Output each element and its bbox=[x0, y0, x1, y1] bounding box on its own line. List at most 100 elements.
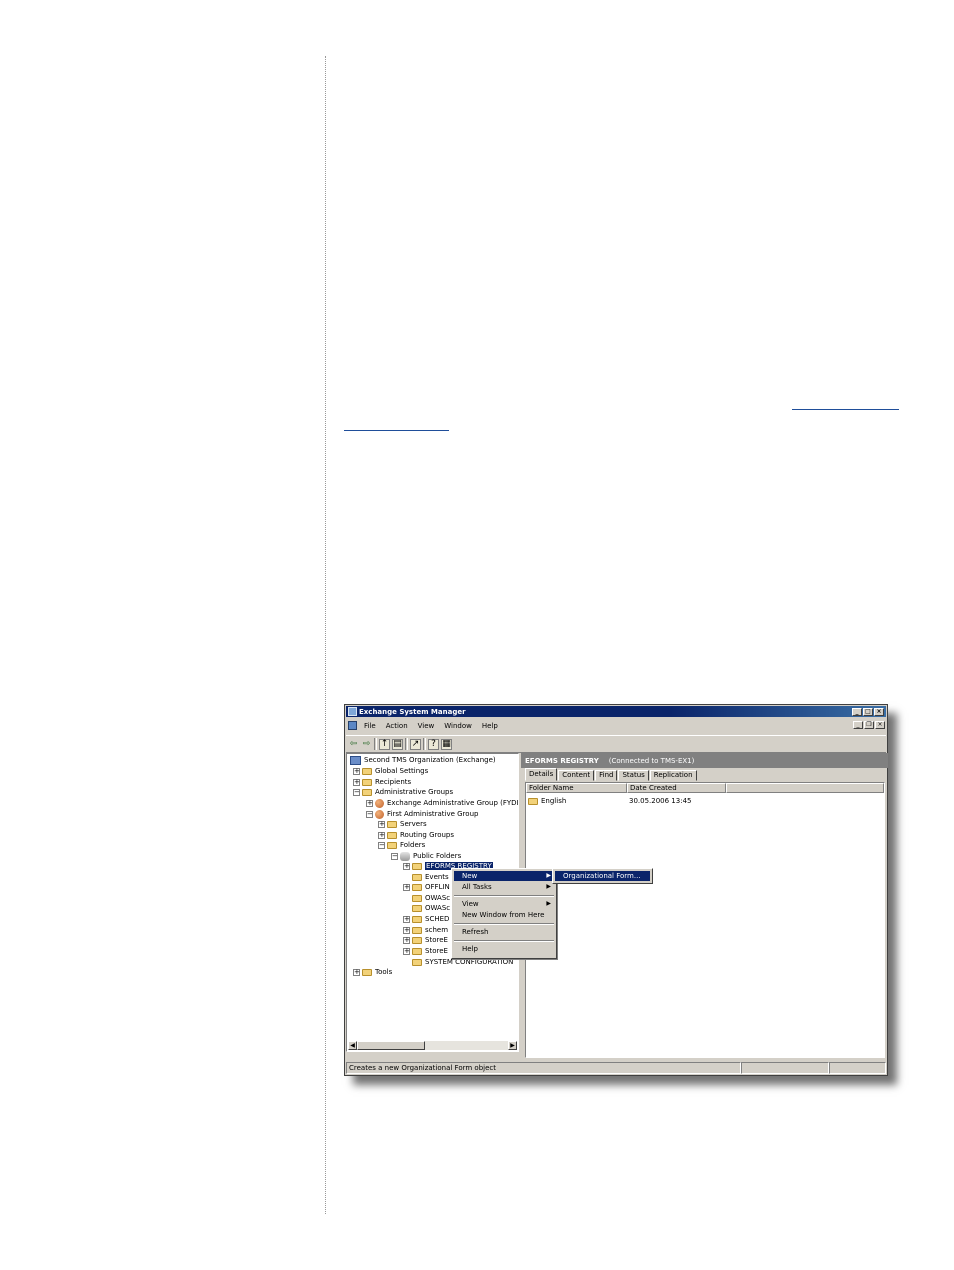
menu-item-refresh[interactable]: Refresh bbox=[454, 927, 554, 937]
tree-label: Servers bbox=[400, 820, 427, 828]
status-panel bbox=[741, 1062, 829, 1074]
horizontal-scrollbar[interactable]: ◀ ▶ bbox=[348, 1041, 517, 1050]
child-close-button[interactable]: × bbox=[875, 721, 885, 729]
tree-item-schedule[interactable]: + SCHED bbox=[403, 914, 449, 924]
menu-item-organizational-form[interactable]: Organizational Form... bbox=[555, 871, 650, 881]
tree-item-folders[interactable]: − Folders bbox=[378, 840, 425, 850]
tree-label: Folders bbox=[400, 841, 426, 849]
tree-label: Public Folders bbox=[413, 852, 462, 860]
menu-window[interactable]: Window bbox=[439, 722, 477, 730]
tree-item-schema[interactable]: + schem bbox=[403, 925, 448, 935]
expand-icon[interactable]: + bbox=[366, 799, 373, 807]
menu-action[interactable]: Action bbox=[381, 722, 413, 730]
tree-item-owasc-1[interactable]: OWASc bbox=[403, 893, 450, 903]
expand-icon[interactable]: + bbox=[403, 915, 410, 923]
folder-icon bbox=[412, 915, 422, 923]
tree-item-events[interactable]: Events bbox=[403, 872, 449, 882]
menu-item-all-tasks[interactable]: All Tasks ▶ bbox=[454, 882, 554, 892]
tree-item-servers[interactable]: + Servers bbox=[378, 819, 427, 829]
minimize-button[interactable]: _ bbox=[852, 708, 862, 716]
column-folder-name[interactable]: Folder Name bbox=[526, 783, 627, 793]
expand-icon[interactable]: + bbox=[378, 820, 385, 828]
tree-label: Administrative Groups bbox=[375, 788, 454, 796]
tree-item-storeevents-2[interactable]: + StoreE bbox=[403, 946, 448, 956]
back-arrow-icon[interactable]: ⇦ bbox=[348, 739, 359, 750]
forward-arrow-icon[interactable]: ⇨ bbox=[361, 739, 372, 750]
expand-icon[interactable]: + bbox=[403, 883, 410, 891]
tree-item-recipients[interactable]: + Recipients bbox=[353, 777, 411, 787]
menu-item-help[interactable]: Help bbox=[454, 944, 554, 954]
folder-icon bbox=[387, 831, 397, 839]
collapse-icon[interactable]: − bbox=[378, 841, 385, 849]
column-filler bbox=[726, 783, 884, 793]
expand-icon[interactable]: + bbox=[353, 778, 360, 786]
tree-item-tools[interactable]: + Tools bbox=[353, 967, 392, 977]
tree-item-exchange-admin-group[interactable]: + Exchange Administrative Group (FYDIBO bbox=[366, 798, 518, 808]
tree-label: OWASc bbox=[425, 904, 451, 912]
menu-view[interactable]: View bbox=[413, 722, 440, 730]
show-tree-icon[interactable]: ▤ bbox=[392, 738, 403, 750]
tree-label: Second TMS Organization (Exchange) bbox=[364, 756, 496, 764]
tree-item-global-settings[interactable]: + Global Settings bbox=[353, 766, 428, 776]
tree-label: Global Settings bbox=[375, 767, 429, 775]
tab-find[interactable]: Find bbox=[595, 770, 618, 781]
tree-item-offline[interactable]: + OFFLIN bbox=[403, 882, 450, 892]
tree-item-public-folders[interactable]: − Public Folders bbox=[391, 851, 461, 861]
tab-details[interactable]: Details bbox=[525, 768, 558, 781]
maximize-button[interactable]: □ bbox=[863, 708, 873, 716]
expand-icon[interactable]: + bbox=[353, 968, 360, 976]
menu-file[interactable]: File bbox=[359, 722, 381, 730]
exchange-system-manager-window: Exchange System Manager _ □ × File Actio… bbox=[344, 704, 888, 1076]
tree-item-owasc-2[interactable]: OWASc bbox=[403, 903, 450, 913]
collapse-icon[interactable]: − bbox=[391, 852, 398, 860]
app-icon bbox=[348, 707, 357, 716]
collapse-icon[interactable]: − bbox=[366, 810, 373, 818]
tab-replication[interactable]: Replication bbox=[649, 770, 697, 781]
folder-icon bbox=[412, 904, 422, 912]
tree-item-administrative-groups[interactable]: − Administrative Groups bbox=[353, 787, 453, 797]
context-menu: New ▶ All Tasks ▶ View ▶ New Window from He… bbox=[451, 868, 557, 959]
menu-item-view[interactable]: View ▶ bbox=[454, 899, 554, 909]
expand-icon[interactable]: + bbox=[403, 947, 410, 955]
tree-label: OWASc bbox=[425, 894, 451, 902]
folder-icon bbox=[412, 926, 422, 934]
scroll-right-icon[interactable]: ▶ bbox=[508, 1041, 517, 1050]
menu-separator bbox=[454, 940, 554, 942]
tree-item-storeevents-1[interactable]: + StoreE bbox=[403, 935, 448, 945]
menu-item-new[interactable]: New ▶ bbox=[454, 871, 554, 881]
child-restore-button[interactable]: ❐ bbox=[864, 721, 874, 729]
expand-icon[interactable]: + bbox=[403, 862, 410, 870]
tree-item-first-admin-group[interactable]: − First Administrative Group bbox=[366, 809, 478, 819]
hyperlink-underline-continued[interactable] bbox=[344, 430, 449, 431]
expand-icon[interactable]: + bbox=[403, 936, 410, 944]
scroll-left-icon[interactable]: ◀ bbox=[348, 1041, 357, 1050]
menu-item-new-window[interactable]: New Window from Here bbox=[454, 910, 554, 920]
folder-list: Folder Name Date Created English 30.05.2… bbox=[525, 782, 885, 1058]
tree-item-routing-groups[interactable]: + Routing Groups bbox=[378, 830, 454, 840]
expand-icon[interactable]: + bbox=[403, 926, 410, 934]
properties-icon[interactable]: ▦ bbox=[441, 738, 452, 750]
tab-status[interactable]: Status bbox=[618, 770, 649, 781]
collapse-icon[interactable]: − bbox=[353, 788, 360, 796]
column-date-created[interactable]: Date Created bbox=[627, 783, 726, 793]
export-list-icon[interactable]: ↗ bbox=[410, 738, 421, 750]
expand-icon[interactable]: + bbox=[353, 767, 360, 775]
tab-content[interactable]: Content bbox=[558, 770, 595, 781]
scroll-thumb[interactable] bbox=[357, 1041, 425, 1050]
menu-help[interactable]: Help bbox=[477, 722, 503, 730]
admin-group-icon bbox=[375, 809, 384, 819]
folder-icon bbox=[412, 873, 422, 881]
tree-root[interactable]: Second TMS Organization (Exchange) bbox=[350, 755, 496, 765]
console-icon[interactable] bbox=[348, 721, 357, 730]
help-icon[interactable]: ? bbox=[428, 738, 439, 750]
pane-header: EFORMS REGISTRY (Connected to TMS-EX1) bbox=[521, 753, 888, 768]
hyperlink-underline[interactable] bbox=[792, 409, 899, 410]
up-folder-icon[interactable]: ↑ bbox=[379, 738, 390, 750]
child-minimize-button[interactable]: _ bbox=[853, 721, 863, 729]
tree-label: Recipients bbox=[375, 778, 412, 786]
date-created: 30.05.2006 13:45 bbox=[629, 797, 692, 805]
close-button[interactable]: × bbox=[874, 708, 884, 716]
toolbar-separator bbox=[423, 738, 426, 750]
list-item[interactable]: English 30.05.2006 13:45 bbox=[528, 797, 691, 805]
expand-icon[interactable]: + bbox=[378, 831, 385, 839]
